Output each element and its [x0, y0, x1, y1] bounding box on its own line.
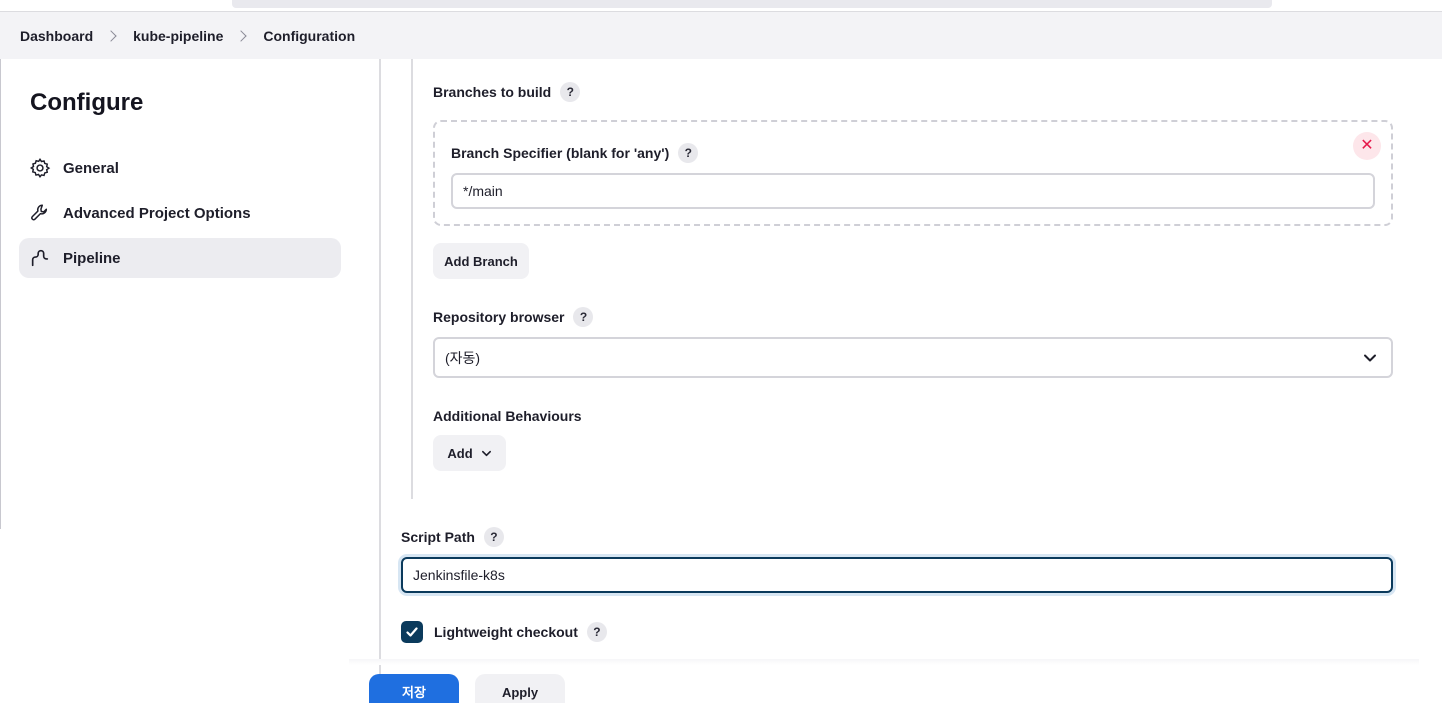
sidebar-item-pipeline[interactable]: Pipeline [19, 238, 341, 278]
apply-button[interactable]: Apply [475, 674, 565, 703]
wrench-icon [29, 202, 51, 224]
repository-browser-value: (자동) [445, 349, 481, 366]
remove-branch-close-icon[interactable]: ✕ [1353, 132, 1381, 160]
content-divider [379, 59, 381, 703]
sidebar-item-advanced-project-options[interactable]: Advanced Project Options [19, 193, 341, 233]
repository-browser-label: Repository browser ? [433, 307, 594, 327]
repository-browser-select[interactable]: (자동) [433, 337, 1393, 378]
breadcrumb: Dashboard kube-pipeline Configuration [0, 12, 1442, 59]
branch-specifier-text: Branch Specifier (blank for 'any') [451, 145, 670, 161]
lightweight-checkout-text[interactable]: Lightweight checkout [434, 624, 578, 640]
script-path-label: Script Path ? [401, 527, 504, 547]
script-path-value: Jenkinsfile-k8s [413, 567, 505, 583]
branch-specifier-value: */main [463, 183, 503, 199]
section-nesting-line [411, 59, 413, 499]
chevron-down-icon [1364, 354, 1376, 362]
script-path-text: Script Path [401, 529, 475, 545]
save-button[interactable]: 저장 [369, 674, 459, 703]
breadcrumb-dashboard[interactable]: Dashboard [20, 28, 93, 44]
pipeline-icon [29, 247, 51, 269]
chevron-right-icon [105, 29, 117, 42]
sidebar-item-label: Advanced Project Options [63, 204, 251, 222]
help-icon[interactable]: ? [560, 82, 581, 102]
branches-to-build-text: Branches to build [433, 84, 552, 100]
additional-behaviours-label: Additional Behaviours [433, 408, 582, 424]
sidebar-item-label: Pipeline [63, 249, 121, 267]
help-icon[interactable]: ? [573, 307, 594, 327]
breadcrumb-configuration[interactable]: Configuration [263, 28, 355, 44]
help-icon[interactable]: ? [586, 622, 607, 642]
add-behaviour-button[interactable]: Add [433, 435, 506, 471]
chevron-right-icon [235, 29, 248, 42]
top-tab-shadow [232, 0, 1272, 8]
page-title: Configure [30, 89, 144, 116]
sidebar-item-label: General [63, 159, 119, 177]
help-icon[interactable]: ? [483, 527, 504, 547]
branch-specifier-label: Branch Specifier (blank for 'any') ? [451, 143, 699, 163]
branches-to-build-label: Branches to build ? [433, 82, 581, 102]
chevron-down-icon [481, 450, 491, 456]
checkmark-icon [406, 627, 418, 637]
repository-browser-text: Repository browser [433, 309, 565, 325]
breadcrumb-kube-pipeline[interactable]: kube-pipeline [133, 28, 223, 44]
browser-top-strip [0, 0, 1442, 12]
script-path-input[interactable]: Jenkinsfile-k8s [401, 557, 1393, 593]
additional-behaviours-text: Additional Behaviours [433, 408, 582, 424]
add-branch-button[interactable]: Add Branch [433, 243, 529, 279]
gear-icon [29, 157, 51, 179]
branch-specifier-input[interactable]: */main [451, 173, 1375, 209]
lightweight-checkout-checkbox[interactable] [401, 621, 423, 643]
footer-shadow [349, 659, 1419, 665]
lightweight-checkout-label: Lightweight checkout ? [434, 622, 607, 642]
sidebar-item-general[interactable]: General [19, 148, 341, 188]
add-behaviour-label: Add [447, 445, 473, 461]
help-icon[interactable]: ? [678, 143, 699, 163]
sidebar: Configure General Advanced Project Optio… [0, 59, 360, 703]
